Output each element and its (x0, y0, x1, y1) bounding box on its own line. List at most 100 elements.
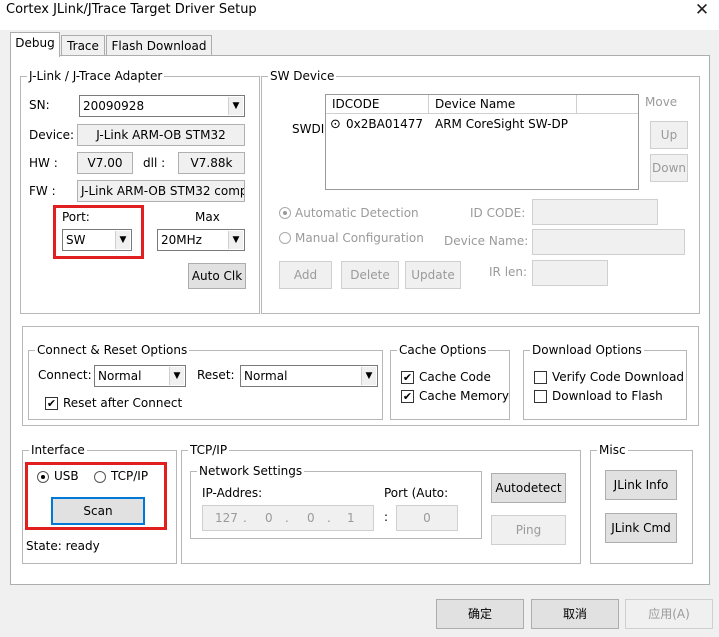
ir-len-field[interactable] (532, 260, 608, 286)
dll-field: V7.88k (178, 152, 245, 174)
download-flash-checkbox[interactable] (534, 390, 547, 403)
ip-dot-2: . (285, 511, 289, 525)
manual-config-radio[interactable] (279, 232, 291, 244)
port-colon: : (384, 510, 389, 524)
cache-code-checkbox[interactable]: ✔ (401, 371, 414, 384)
delete-button[interactable]: Delete (341, 261, 399, 289)
window-title: Cortex JLink/JTrace Target Driver Setup (6, 2, 257, 17)
close-icon[interactable]: ✕ (690, 0, 714, 22)
verify-code-checkbox[interactable] (534, 371, 547, 384)
id-code-field[interactable] (532, 199, 658, 225)
autodetect-button[interactable]: Autodetect (491, 473, 566, 503)
fw-field: J-Link ARM-OB STM32 comp (77, 180, 245, 202)
tcpip-group: TCP/IP Network Settings IP-Addres: 127 .… (181, 442, 581, 564)
reset-after-connect-label: Reset after Connect (63, 396, 183, 410)
max-clock-select[interactable]: 20MHz ▼ (157, 229, 245, 251)
reset-select[interactable]: Normal ▼ (240, 365, 378, 387)
cache-memory-label: Cache Memory (419, 389, 509, 403)
cancel-button[interactable]: 取消 (531, 599, 619, 629)
chevron-down-icon[interactable]: ▼ (228, 97, 243, 115)
adapter-group: J-Link / J-Trace Adapter SN: 20090928 ▼ … (20, 68, 260, 314)
apply-button[interactable]: 应用(A) (625, 599, 713, 629)
selected-row-icon: ⊙ (330, 117, 341, 132)
verify-code-label: Verify Code Download (552, 370, 685, 384)
chevron-down-icon[interactable]: ▼ (169, 367, 184, 385)
cache-options-group-label: Cache Options (397, 342, 489, 358)
state-label: State: ready (26, 539, 100, 553)
network-settings-group: Network Settings IP-Addres: 127 . 0 . 0 … (190, 463, 482, 539)
update-button[interactable]: Update (405, 261, 461, 289)
tcpip-group-label: TCP/IP (188, 442, 230, 458)
port-highlight-box (53, 205, 144, 259)
ok-button[interactable]: 确定 (436, 599, 524, 629)
max-label: Max (195, 210, 220, 224)
fw-label: FW : (29, 184, 56, 198)
ip-octet-3: 0 (307, 511, 315, 525)
row-device-name: ARM CoreSight SW-DP (435, 117, 568, 131)
chevron-down-icon[interactable]: ▼ (228, 231, 243, 249)
table-row[interactable]: ⊙ 0x2BA01477 ARM CoreSight SW-DP (326, 116, 638, 134)
hw-field: V7.00 (77, 152, 133, 174)
connect-reset-group-label: Connect & Reset Options (35, 342, 190, 358)
connect-value: Normal (98, 369, 142, 383)
id-code-label: ID CODE: (470, 206, 526, 220)
device-name-field[interactable] (532, 229, 685, 255)
move-down-button[interactable]: Down (650, 154, 688, 182)
move-up-button[interactable]: Up (650, 121, 688, 149)
tab-trace[interactable]: Trace (61, 35, 105, 57)
port-field-value: 0 (423, 511, 431, 525)
ip-octet-2: 0 (265, 511, 273, 525)
column-device-name[interactable]: Device Name (429, 95, 577, 114)
jlink-cmd-button[interactable]: JLink Cmd (605, 513, 677, 543)
misc-group-label: Misc (597, 442, 628, 458)
auto-clk-button[interactable]: Auto Clk (188, 263, 246, 289)
max-clock-value: 20MHz (161, 233, 202, 247)
sn-label: SN: (29, 98, 50, 112)
reset-value: Normal (244, 369, 288, 383)
cache-memory-checkbox[interactable]: ✔ (401, 390, 414, 403)
device-field: J-Link ARM-OB STM32 (77, 124, 245, 146)
misc-group: Misc JLink Info JLink Cmd (590, 442, 693, 564)
sn-value: 20090928 (83, 99, 145, 113)
interface-highlight-box (25, 462, 167, 530)
manual-config-label: Manual Configuration (295, 231, 424, 245)
title-bar: Cortex JLink/JTrace Target Driver Setup … (0, 0, 719, 30)
ip-address-label: IP-Addres: (202, 486, 263, 500)
ip-address-field[interactable]: 127 . 0 . 0 . 1 (202, 505, 374, 531)
download-options-group-label: Download Options (530, 342, 644, 358)
sw-device-group-label: SW Device (268, 68, 337, 84)
hw-label: HW : (29, 156, 58, 170)
sn-select[interactable]: 20090928 ▼ (79, 95, 245, 117)
cache-options-group: Cache Options ✔ Cache Code ✔ Cache Memor… (390, 342, 510, 420)
connect-select[interactable]: Normal ▼ (94, 365, 186, 387)
device-name-label: Device Name: (444, 234, 529, 248)
device-label: Device: (29, 128, 75, 142)
swdi-label: SWDI (292, 122, 325, 136)
add-button[interactable]: Add (279, 261, 332, 289)
jlink-info-button[interactable]: JLink Info (605, 470, 677, 500)
tab-debug[interactable]: Debug (10, 32, 60, 57)
ip-octet-1: 127 (215, 511, 238, 525)
row-idcode: 0x2BA01477 (346, 117, 423, 131)
column-idcode[interactable]: IDCODE (326, 95, 429, 114)
sw-device-group: SW Device SWDI IDCODE Device Name ⊙ 0x2B… (261, 68, 700, 314)
auto-detection-label: Automatic Detection (295, 206, 419, 220)
ping-button[interactable]: Ping (491, 515, 566, 545)
interface-group-label: Interface (29, 442, 87, 458)
ip-octet-4: 1 (347, 511, 355, 525)
ip-dot-1: . (243, 511, 247, 525)
port-auto-label: Port (Auto: (384, 486, 449, 500)
auto-detection-radio[interactable] (279, 207, 291, 219)
adapter-group-label: J-Link / J-Trace Adapter (27, 68, 165, 84)
port-field[interactable]: 0 (396, 505, 458, 531)
move-label: Move (645, 95, 678, 109)
sw-device-list[interactable]: IDCODE Device Name ⊙ 0x2BA01477 ARM Core… (325, 94, 639, 190)
network-settings-group-label: Network Settings (197, 463, 305, 479)
tab-flash-download[interactable]: Flash Download (106, 35, 212, 57)
cache-code-label: Cache Code (419, 370, 491, 384)
download-flash-label: Download to Flash (552, 389, 663, 403)
reset-after-connect-checkbox[interactable]: ✔ (45, 397, 58, 410)
ip-dot-3: . (327, 511, 331, 525)
ir-len-label: IR len: (489, 265, 528, 279)
chevron-down-icon[interactable]: ▼ (361, 367, 376, 385)
